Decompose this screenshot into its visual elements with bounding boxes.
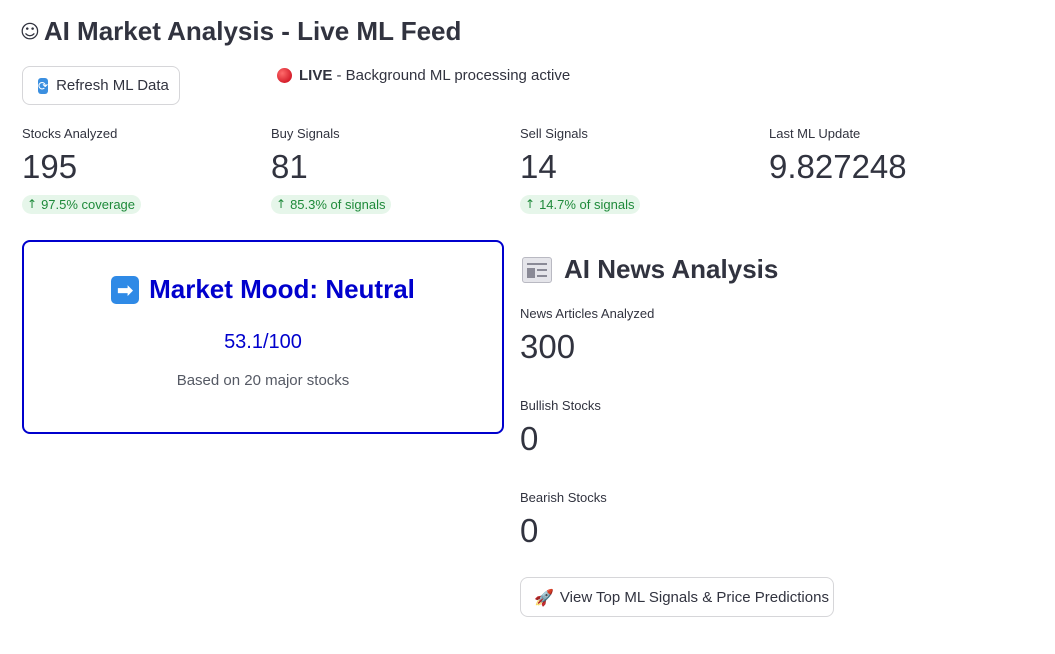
metric-delta: ↑ 85.3% of signals: [271, 194, 392, 214]
metric-label: Bearish Stocks: [520, 490, 607, 505]
app-page: ☺ AI Market Analysis - Live ML Feed ⟳ Re…: [0, 0, 1055, 654]
market-mood-score: 53.1/100: [224, 331, 302, 353]
newspaper-icon: [522, 256, 552, 283]
right-arrow-icon: ➡: [111, 275, 140, 304]
refresh-button-label: Refresh ML Data: [56, 77, 169, 94]
market-mood-card: ➡ Market Mood: Neutral 53.1/100 Based on…: [22, 240, 504, 434]
metric-label: Last ML Update: [769, 126, 861, 141]
metric-label: Sell Signals: [520, 126, 588, 141]
metric-value: 0: [520, 512, 539, 549]
metric-label: Buy Signals: [271, 126, 340, 141]
robot-face-icon: ☺: [20, 20, 40, 43]
metric-value: 9.827248: [769, 148, 907, 185]
refresh-icon: ⟳: [38, 77, 49, 94]
metric-value: 195: [22, 148, 78, 185]
live-dot-icon: [277, 68, 292, 83]
refresh-ml-data-button[interactable]: ⟳ Refresh ML Data: [22, 66, 180, 105]
view-top-signals-button[interactable]: 🚀 View Top ML Signals & Price Prediction…: [520, 577, 834, 617]
rocket-icon: 🚀: [534, 587, 554, 607]
arrow-up-icon: ↑: [525, 197, 536, 212]
arrow-up-icon: ↑: [27, 197, 38, 212]
metric-value: 300: [520, 328, 576, 365]
metric-label: Bullish Stocks: [520, 398, 601, 413]
metric-label: Stocks Analyzed: [22, 126, 118, 141]
metric-delta: ↑ 14.7% of signals: [520, 194, 641, 214]
metric-label: News Articles Analyzed: [520, 306, 655, 321]
metric-buy-signals: Buy Signals 81 ↑ 85.3% of signals: [271, 126, 501, 214]
metric-bearish-stocks: Bearish Stocks 0: [520, 490, 820, 551]
news-section-title: AI News Analysis: [522, 254, 778, 285]
metric-delta-text: 97.5% coverage: [41, 196, 136, 212]
page-title-text: AI Market Analysis - Live ML Feed: [43, 16, 462, 46]
market-mood-title: ➡ Market Mood: Neutral: [24, 274, 502, 305]
metric-last-ml-update: Last ML Update 9.827248: [769, 126, 999, 187]
market-mood-title-text: Market Mood: Neutral: [149, 274, 415, 304]
live-status-text: LIVE - Background ML processing active: [299, 67, 570, 84]
view-top-signals-label: View Top ML Signals & Price Predictions: [559, 588, 829, 606]
live-description: - Background ML processing active: [332, 67, 571, 84]
metric-value: 0: [520, 420, 539, 457]
metric-delta-text: 14.7% of signals: [539, 196, 635, 212]
metric-delta: ↑ 97.5% coverage: [22, 194, 142, 214]
metric-value: 81: [271, 148, 308, 185]
metric-delta-text: 85.3% of signals: [290, 196, 386, 212]
market-mood-subtitle: Based on 20 major stocks: [176, 372, 350, 389]
live-status: LIVE - Background ML processing active: [277, 67, 570, 84]
metric-news-articles: News Articles Analyzed 300: [520, 306, 820, 367]
arrow-up-icon: ↑: [276, 197, 287, 212]
news-section-title-text: AI News Analysis: [564, 254, 779, 284]
live-label: LIVE: [299, 67, 333, 84]
page-title: ☺ AI Market Analysis - Live ML Feed: [20, 16, 461, 47]
metric-sell-signals: Sell Signals 14 ↑ 14.7% of signals: [520, 126, 750, 214]
metric-bullish-stocks: Bullish Stocks 0: [520, 398, 820, 459]
metric-value: 14: [520, 148, 557, 185]
metric-stocks-analyzed: Stocks Analyzed 195 ↑ 97.5% coverage: [22, 126, 252, 214]
